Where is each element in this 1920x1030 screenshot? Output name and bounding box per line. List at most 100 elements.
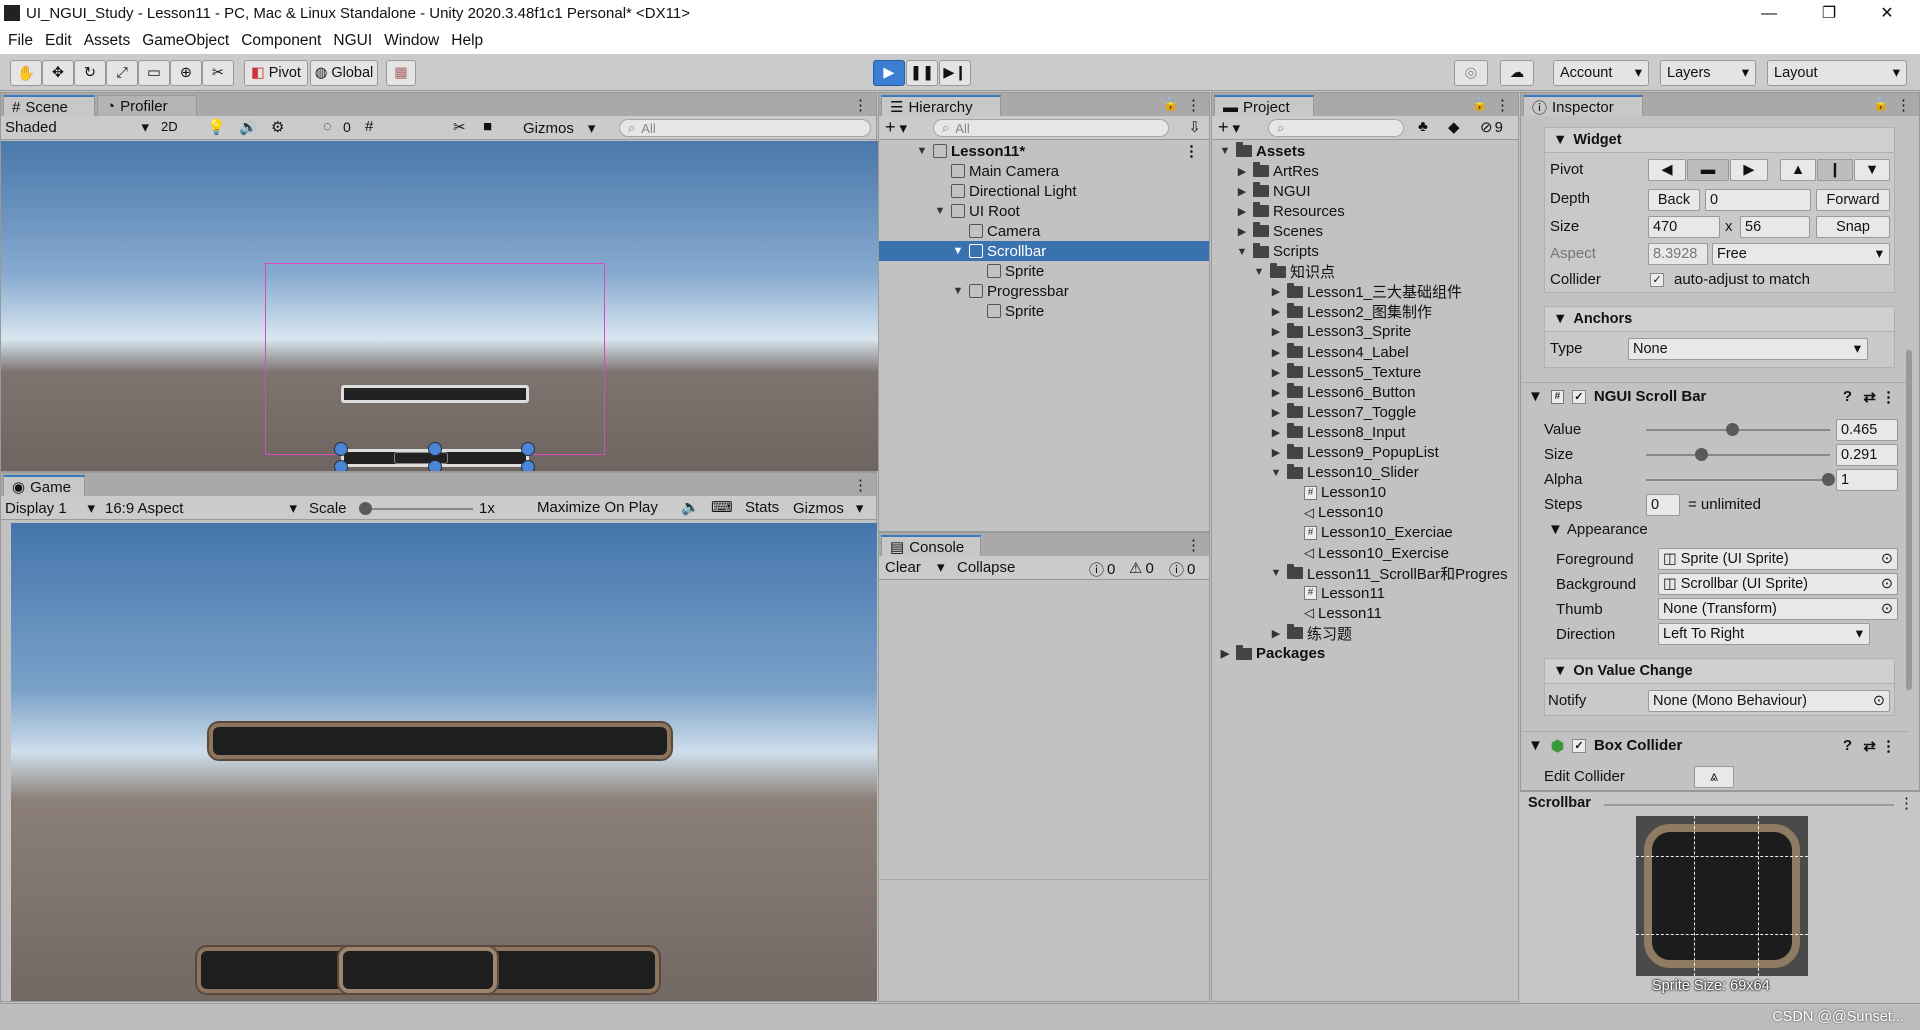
pause-button[interactable]: ❚❚ (906, 60, 938, 86)
close-button[interactable]: ✕ (1864, 2, 1910, 26)
foldout-arrow-icon[interactable]: ▶ (1269, 406, 1283, 419)
tools-icon[interactable]: ✂ (453, 118, 466, 136)
foldout-arrow-icon[interactable]: ▼ (933, 205, 947, 217)
search-by-label-icon[interactable]: ◆ (1448, 118, 1460, 136)
hierarchy-item[interactable]: ▼ UI Root (879, 201, 1209, 221)
project-item[interactable]: ◁ Lesson10_Exercise (1212, 543, 1449, 563)
preview-drag-handle[interactable] (1604, 804, 1894, 806)
menu-ngui[interactable]: NGUI (333, 32, 372, 50)
object-picker-icon[interactable]: ⊙ (1881, 576, 1893, 592)
foldout-arrow-icon[interactable]: ▶ (1218, 647, 1232, 660)
project-item[interactable]: ▶ Lesson6_Button (1212, 382, 1415, 402)
foldout-arrow-icon[interactable]: ▼ (951, 285, 965, 297)
anchors-section-header[interactable]: ▼ Anchors (1544, 306, 1895, 332)
foldout-arrow-icon[interactable]: ▶ (1269, 386, 1283, 399)
project-item[interactable]: ▶ Scenes (1212, 221, 1323, 241)
foldout-arrow-icon[interactable]: ▼ (1252, 266, 1266, 278)
project-item[interactable]: ▼ Scripts (1212, 242, 1319, 262)
panel-menu-icon[interactable]: ⋮ (1495, 96, 1510, 114)
menu-window[interactable]: Window (384, 32, 439, 50)
direction-dropdown[interactable]: Left To Right ▾ (1658, 623, 1870, 645)
clear-button[interactable]: Clear (885, 559, 921, 576)
scale-tool-icon[interactable]: ⤢ (106, 60, 138, 86)
global-toggle[interactable]: ◍ Global (310, 60, 378, 86)
size-height-input[interactable]: 56 (1740, 216, 1810, 238)
error-filter[interactable]: ⓘ 0 (1169, 559, 1195, 580)
account-dropdown[interactable]: Account ▾ (1553, 60, 1649, 86)
game-gizmos-dropdown[interactable]: Gizmos ▾ (793, 499, 863, 518)
value-input[interactable]: 0.465 (1836, 419, 1898, 441)
project-item[interactable]: ▶ NGUI (1212, 181, 1311, 201)
tab-inspector[interactable]: ⓘ Inspector (1523, 95, 1643, 117)
scene-view[interactable] (1, 141, 878, 471)
foldout-arrow-icon[interactable]: ▼ (1269, 567, 1283, 579)
help-icon[interactable]: ? (1843, 388, 1852, 405)
panel-menu-icon[interactable]: ⋮ (1186, 536, 1201, 554)
scrollbar-enabled-checkbox[interactable]: ✓ (1571, 389, 1586, 404)
gizmos-dropdown[interactable]: Gizmos ▾ (523, 119, 595, 138)
foldout-arrow-icon[interactable]: ▶ (1269, 305, 1283, 318)
search-by-type-icon[interactable]: ♣ (1418, 118, 1428, 135)
maximize-on-play-toggle[interactable]: Maximize On Play (537, 499, 658, 516)
custom-tool-icon[interactable]: ✂ (202, 60, 234, 86)
aspect-dropdown[interactable]: 16:9 Aspect ▾ (105, 499, 297, 518)
project-item[interactable]: # Lesson10 (1212, 483, 1386, 503)
project-item[interactable]: ▶ Lesson3_Sprite (1212, 322, 1411, 342)
info-filter[interactable]: ⓘ 0 (1089, 559, 1115, 580)
value-slider-knob[interactable] (1726, 423, 1739, 436)
panel-menu-icon[interactable]: ⋮ (853, 96, 868, 114)
effects-icon[interactable]: ⚙ (271, 118, 284, 136)
hierarchy-item[interactable]: Camera (879, 221, 1209, 241)
resize-handle-br[interactable] (521, 460, 535, 471)
foldout-arrow-icon[interactable]: ▶ (1235, 165, 1249, 178)
cloud-icon[interactable]: ☁ (1500, 60, 1534, 86)
tab-project[interactable]: ▬ Project (1214, 95, 1314, 116)
collider-auto-adjust[interactable]: ✓ auto-adjust to match (1650, 271, 1810, 288)
resize-handle-tr[interactable] (521, 442, 535, 456)
pivot-left-button[interactable]: ◀ (1648, 159, 1686, 181)
rect-tool-icon[interactable]: ▭ (138, 60, 170, 86)
steps-input[interactable]: 0 (1646, 494, 1680, 516)
hand-tool-icon[interactable]: ✋ (10, 60, 42, 86)
menu-assets[interactable]: Assets (84, 32, 131, 50)
foldout-arrow-icon[interactable]: ▼ (951, 245, 965, 257)
snap-button[interactable]: Snap (1816, 216, 1890, 238)
size-slider[interactable] (1646, 448, 1830, 461)
create-dropdown[interactable]: + ▾ (885, 117, 907, 138)
display-dropdown[interactable]: Display 1 ▾ (5, 499, 95, 518)
pivot-toggle[interactable]: ◧ Pivot (244, 60, 308, 86)
panel-menu-icon[interactable]: ⋮ (1896, 96, 1911, 114)
foldout-arrow-icon[interactable]: ▶ (1269, 346, 1283, 359)
move-tool-icon[interactable]: ✥ (42, 60, 74, 86)
foreground-object-field[interactable]: ◫ Sprite (UI Sprite) ⊙ (1658, 548, 1898, 570)
depth-forward-button[interactable]: Forward (1816, 189, 1890, 211)
foldout-arrow-icon[interactable]: ▼ (1269, 467, 1283, 479)
scene-menu-icon[interactable]: ⋮ (1184, 142, 1199, 160)
box-collider-enabled-checkbox[interactable]: ✓ (1571, 738, 1586, 753)
project-item[interactable]: ▶ Resources (1212, 201, 1345, 221)
scale-slider-knob[interactable] (359, 502, 372, 515)
grid-icon[interactable]: # (365, 118, 373, 135)
size-slider-knob[interactable] (1695, 448, 1708, 461)
preset-icon[interactable]: ⇄ (1863, 737, 1876, 755)
box-collider-component-header[interactable]: ▼ ⬢ ✓ Box Collider ? ⇄ ⋮ (1520, 731, 1908, 759)
stats-toggle[interactable]: Stats (745, 499, 779, 516)
pivot-bottom-button[interactable]: ▼ (1854, 159, 1890, 181)
project-search-input[interactable]: ⌕ (1268, 119, 1404, 137)
menu-edit[interactable]: Edit (45, 32, 72, 50)
foldout-arrow-icon[interactable]: ▶ (1269, 366, 1283, 379)
size-width-input[interactable]: 470 (1648, 216, 1720, 238)
audio-icon[interactable]: 🔊 (239, 118, 258, 136)
hierarchy-item[interactable]: ▼ Scrollbar (879, 241, 1209, 261)
project-item[interactable]: ▶ Lesson7_Toggle (1212, 402, 1416, 422)
lock-icon[interactable]: 🔒 (1163, 96, 1179, 112)
hierarchy-item[interactable]: Sprite (879, 301, 1209, 321)
depth-input[interactable]: 0 (1705, 189, 1811, 211)
widget-section-header[interactable]: ▼ Widget (1544, 127, 1895, 153)
foldout-arrow-icon[interactable]: ▶ (1235, 205, 1249, 218)
foldout-arrow-icon[interactable]: ▶ (1269, 325, 1283, 338)
scene-search-input[interactable]: ⌕ All (619, 119, 871, 137)
collapse-toggle[interactable]: Collapse (957, 559, 1015, 576)
progressbar-object[interactable] (341, 385, 529, 403)
maximize-button[interactable]: ❐ (1806, 2, 1852, 26)
